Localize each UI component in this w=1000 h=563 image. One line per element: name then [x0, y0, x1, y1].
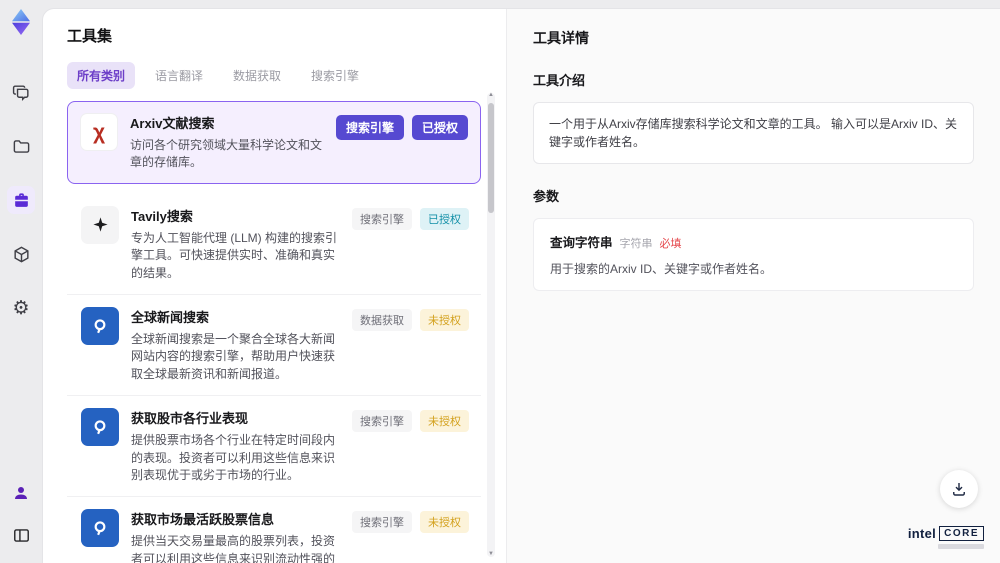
- tool-description: 专为人工智能代理 (LLM) 构建的搜索引擎工具。可快速提供实时、准确和真实的结…: [131, 230, 338, 280]
- tool-name: Arxiv文献搜索: [130, 116, 215, 131]
- category-tabs: 所有类别 语言翻译 数据获取 搜索引擎: [67, 62, 506, 89]
- panel-icon: [12, 526, 31, 545]
- tool-list: χ Arxiv文献搜索 访问各个研究领域大量科学论文和文章的存储库。 搜索引擎 …: [67, 101, 481, 563]
- tab-all-categories[interactable]: 所有类别: [67, 62, 136, 89]
- param-type: 字符串: [619, 238, 653, 250]
- download-button[interactable]: [940, 470, 978, 508]
- intro-text: 一个用于从Arxiv存储库搜索科学论文和文章的工具。 输入可以是Arxiv ID…: [533, 102, 974, 164]
- tool-card-sector-performance[interactable]: 获取股市各行业表现 提供股票市场各个行业在特定时间段内的表现。投资者可以利用这些…: [67, 396, 481, 498]
- auth-badge: 未授权: [420, 511, 469, 534]
- param-required-badge: 必填: [659, 238, 682, 250]
- category-badge: 搜索引擎: [352, 207, 412, 230]
- brand-logo: [7, 8, 35, 36]
- auth-badge: 已授权: [420, 207, 469, 230]
- download-icon: [950, 480, 968, 498]
- sidebar-item-settings[interactable]: ⚙: [7, 294, 35, 322]
- param-card: 查询字符串 字符串 必填 用于搜索的Arxiv ID、关键字或作者姓名。: [533, 218, 974, 291]
- params-heading: 参数: [533, 189, 560, 204]
- tool-description: 全球新闻搜索是一个聚合全球各大新闻网站内容的搜索引擎，帮助用户快速获取全球最新资…: [131, 331, 336, 381]
- tool-card-arxiv[interactable]: χ Arxiv文献搜索 访问各个研究领域大量科学论文和文章的存储库。 搜索引擎 …: [67, 101, 481, 184]
- tool-list-panel: 工具集 所有类别 语言翻译 数据获取 搜索引擎 χ Arxiv文献搜索 访问各个…: [43, 9, 506, 563]
- tool-name: 获取股市各行业表现: [131, 411, 249, 427]
- param-name: 查询字符串: [550, 236, 613, 250]
- arxiv-logo-icon: χ: [80, 113, 118, 151]
- chat-icon: [12, 83, 31, 102]
- tool-card-most-active-stocks[interactable]: 获取市场最活跃股票信息 提供当天交易量最高的股票列表，投资者可以利用这些信息来识…: [67, 497, 481, 563]
- category-badge: 搜索引擎: [352, 410, 412, 433]
- tool-description: 提供股票市场各个行业在特定时间段内的表现。投资者可以利用这些信息来识别表现优于或…: [131, 433, 336, 482]
- scroll-down-icon[interactable]: ▼: [487, 551, 495, 557]
- auth-badge: 已授权: [411, 115, 468, 140]
- tool-card-global-news[interactable]: 全球新闻搜索 全球新闻搜索是一个聚合全球各大新闻网站内容的搜索引擎，帮助用户快速…: [67, 294, 481, 397]
- news-q-logo-icon: [81, 408, 119, 447]
- core-wordmark: core: [939, 526, 984, 541]
- category-badge: 数据获取: [352, 308, 412, 331]
- gear-icon: ⚙: [12, 297, 30, 319]
- cube-icon: [12, 245, 31, 264]
- tool-description: 提供当天交易量最高的股票列表，投资者可以利用这些信息来识别流动性强的股票和潜在的…: [131, 534, 336, 563]
- main-content: 工具集 所有类别 语言翻译 数据获取 搜索引擎 χ Arxiv文献搜索 访问各个…: [42, 8, 1000, 563]
- intro-heading: 工具介绍: [533, 73, 586, 88]
- list-scrollbar-thumb[interactable]: [488, 103, 494, 213]
- intel-sublabel: [938, 544, 984, 549]
- sidebar-item-account[interactable]: [7, 479, 35, 507]
- detail-title: 工具详情: [533, 30, 589, 46]
- toolbox-icon: [12, 191, 31, 210]
- tool-name: Tavily搜索: [131, 208, 193, 224]
- list-scrollbar[interactable]: ▲ ▼: [487, 92, 495, 557]
- sidebar-item-tools[interactable]: [7, 186, 35, 214]
- sidebar-item-files[interactable]: [7, 132, 35, 160]
- category-badge: 搜索引擎: [352, 511, 412, 534]
- tab-search-engine[interactable]: 搜索引擎: [301, 62, 369, 89]
- user-icon: [12, 484, 30, 502]
- scroll-up-icon[interactable]: ▲: [487, 92, 495, 98]
- page-title: 工具集: [67, 28, 113, 45]
- sparkle-logo-icon: [81, 205, 119, 244]
- app-sidebar: ⚙: [0, 0, 42, 563]
- tool-detail-panel: 工具详情 工具介绍 一个用于从Arxiv存储库搜索科学论文和文章的工具。 输入可…: [506, 9, 1000, 563]
- param-description: 用于搜索的Arxiv ID、关键字或作者姓名。: [550, 262, 773, 276]
- auth-badge: 未授权: [420, 410, 469, 433]
- sidebar-item-chat[interactable]: [7, 78, 35, 106]
- sidebar-toggle[interactable]: [7, 521, 35, 549]
- intel-wordmark: intel: [907, 526, 937, 541]
- tab-data-fetch[interactable]: 数据获取: [223, 62, 291, 89]
- folder-icon: [12, 137, 31, 156]
- tool-name: 获取市场最活跃股票信息: [131, 512, 275, 528]
- tool-card-tavily[interactable]: Tavily搜索 专为人工智能代理 (LLM) 构建的搜索引擎工具。可快速提供实…: [67, 193, 481, 295]
- tab-language-translate[interactable]: 语言翻译: [145, 62, 213, 89]
- auth-badge: 未授权: [420, 308, 469, 331]
- sidebar-item-models[interactable]: [7, 240, 35, 268]
- tool-name: 全球新闻搜索: [131, 309, 210, 325]
- intel-core-logo: intel core: [908, 526, 984, 549]
- category-badge: 搜索引擎: [335, 115, 404, 140]
- news-q-logo-icon: [81, 306, 119, 345]
- tool-description: 访问各个研究领域大量科学论文和文章的存储库。: [130, 138, 323, 170]
- news-q-logo-icon: [81, 509, 119, 548]
